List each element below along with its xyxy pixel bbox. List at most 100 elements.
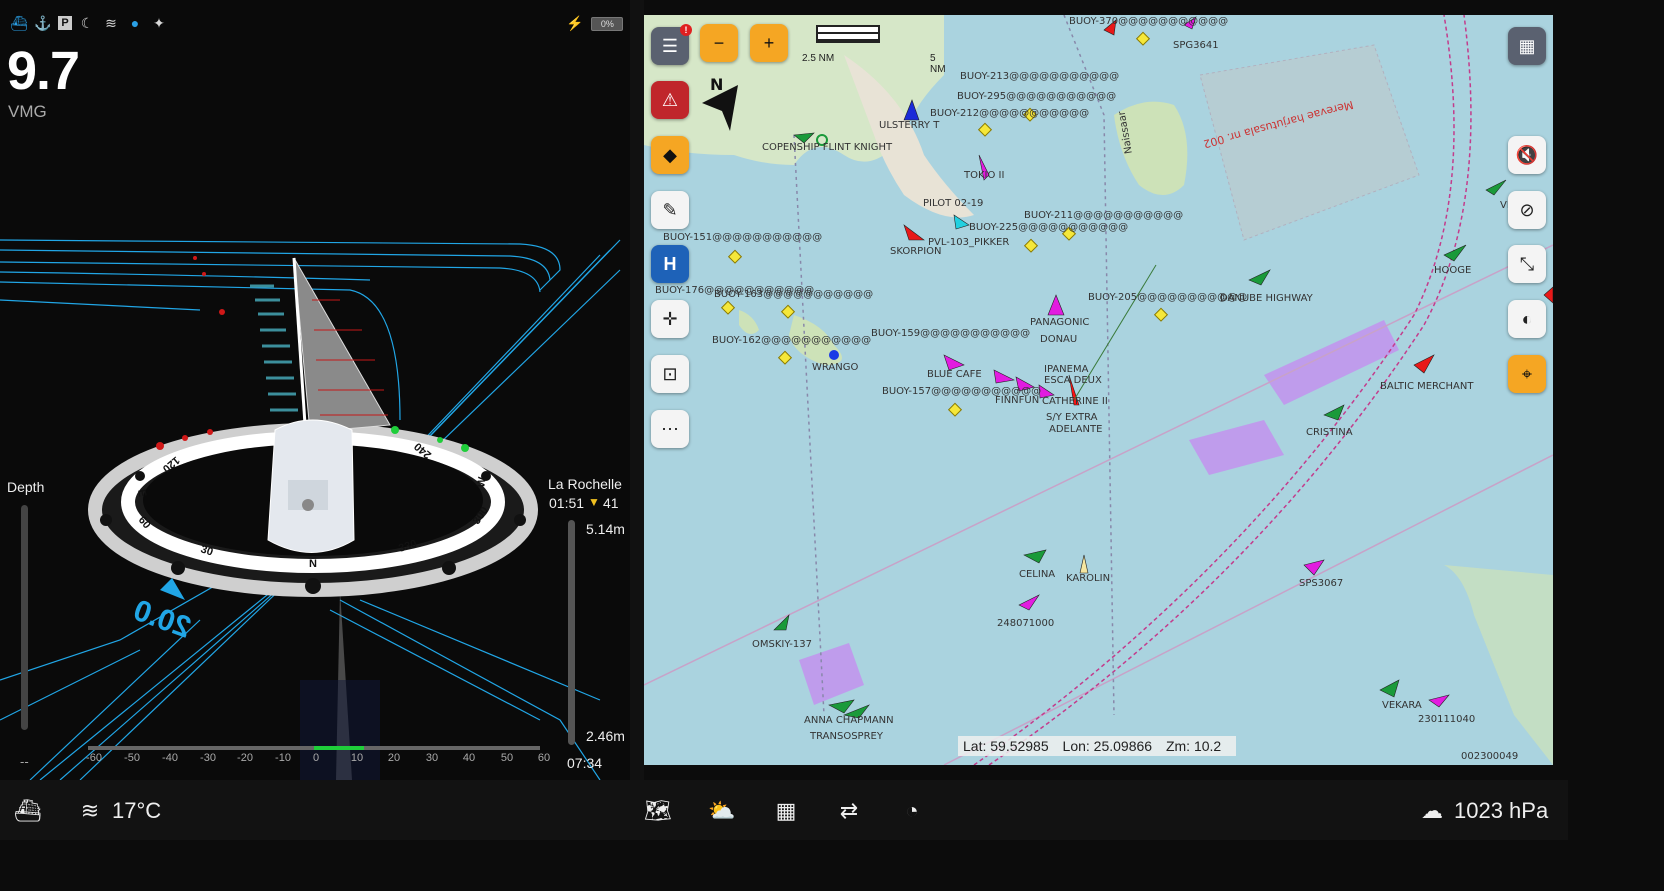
vessel-label[interactable]: OMSKIY-137 [752, 639, 812, 650]
anchor-icon[interactable]: ⚓ [34, 14, 52, 32]
tide-bar [568, 520, 575, 745]
vessel-label[interactable]: CATHERINE II [1042, 396, 1108, 407]
vessel-label[interactable]: SPS3067 [1299, 578, 1343, 589]
mute-button[interactable]: 🔇 [1508, 136, 1546, 174]
vessel-label[interactable]: WRANGO [812, 362, 858, 373]
more-button[interactable]: ⋯ [651, 410, 689, 448]
cloud-icon: ☁ [1421, 798, 1443, 823]
heading-tick: 40 [462, 752, 476, 764]
latitude: Lat: 59.52985 [963, 738, 1049, 754]
boat-status-button[interactable]: ⛴ [14, 797, 42, 825]
compass-icon[interactable]: ● [126, 14, 144, 32]
ship-icon[interactable]: ⛴ [10, 14, 28, 32]
pin-add-icon: ⌖ [1521, 363, 1533, 384]
plus-icon: + [763, 32, 775, 53]
heading-tick: 20 [387, 752, 401, 764]
scalebar-label-a: 2.5 NM [802, 53, 835, 64]
vessel-label[interactable]: CRISTINA [1306, 427, 1353, 438]
battery-indicator: ⚡ 0% [566, 15, 624, 32]
buoy-label: BUOY-211@@@@@@@@@@@ [1024, 210, 1184, 221]
buoy-label: BUOY-163@@@@@@@@@@@ [714, 289, 874, 300]
vessel-label[interactable]: DONAU [1040, 334, 1077, 345]
zoom-level: Zm: 10.2 [1165, 738, 1222, 754]
vessel-label[interactable]: ESCA DEUX [1044, 375, 1102, 386]
buoy-label: BUOY-295@@@@@@@@@@@ [957, 91, 1117, 102]
vessel-label[interactable]: HOOGE [1434, 265, 1471, 276]
add-pin-button[interactable]: ⌖ [1508, 355, 1546, 393]
vessel-label[interactable]: S/Y EXTRA [1046, 412, 1098, 423]
vessel-label[interactable]: SPG3641 [1173, 40, 1219, 51]
vessel-label[interactable]: BALTIC MERCHANT [1380, 381, 1473, 392]
ship-icon: ⛴ [14, 798, 42, 823]
scalebar-graphic [816, 25, 880, 43]
vessel-label[interactable]: 230111040 [1418, 714, 1475, 725]
instruments-tab[interactable]: ◔ [898, 797, 926, 825]
vessel-label[interactable]: ADELANTE [1049, 424, 1102, 435]
center-button[interactable]: ⊡ [651, 355, 689, 393]
vessel-label[interactable]: IPANEMA [1044, 364, 1088, 375]
menu-button[interactable]: ☰ ! [651, 24, 692, 65]
collapse-button[interactable]: ⤡ [1508, 245, 1546, 283]
tide-place: La Rochelle [548, 476, 622, 492]
vessel-label[interactable]: KAROLIN [1066, 573, 1110, 584]
heading-scale-highlight [314, 746, 364, 750]
bottom-bar: ⛴ ≋ 17°C 🗺 ⛅ ▦ ⇄ ◔ ☁ 1023 hPa [0, 780, 1568, 840]
heading-tick: -30 [200, 752, 216, 764]
heading-tick: 50 [500, 752, 514, 764]
heading-tick: 30 [425, 752, 439, 764]
north-arrow-icon [702, 85, 738, 131]
tide-count: 41 [603, 495, 619, 511]
weather-tab[interactable]: ⛅ [708, 797, 736, 825]
contrast-icon: ◐ [1521, 308, 1533, 329]
map-icon: 🗺 [644, 798, 672, 823]
map-scalebar: 2.5 NM 5 NM [802, 25, 946, 75]
contrast-button[interactable]: ◐ [1508, 300, 1546, 338]
wind-readout: 20.0 [129, 594, 195, 645]
moon-icon[interactable]: ☾ [78, 14, 96, 32]
dashboard-tab[interactable]: ▦ [772, 797, 800, 825]
vessel-label[interactable]: PILOT 02-19 [923, 198, 983, 209]
vessel-label[interactable]: 002300049 [1461, 751, 1518, 762]
3d-boat-scene: N 30 330 60 300 E W 120 240 20.0 [0, 239, 621, 780]
vessel-label[interactable]: BLUE CAFE [927, 369, 982, 380]
warning-button[interactable]: ⚠ [651, 81, 689, 119]
zoom-in-button[interactable]: + [750, 24, 788, 62]
chart-map[interactable]: Merevae harjutusala nr. 002 Naissaar N 2… [644, 15, 1553, 765]
harbor-button[interactable]: H [651, 245, 689, 283]
hide-button[interactable]: ⊘ [1508, 191, 1546, 229]
vessel-label[interactable]: 248071000 [997, 618, 1054, 629]
route-button[interactable]: ✛ [651, 300, 689, 338]
water-temperature[interactable]: ≋ 17°C [76, 797, 161, 825]
layers-button[interactable]: ◆ [651, 136, 689, 174]
vessel-label[interactable]: CELINA [1019, 569, 1055, 580]
barometer[interactable]: ☁ 1023 hPa [1418, 797, 1548, 825]
vessel-label[interactable]: VEKARA [1382, 700, 1422, 711]
buoy-label: BUOY-162@@@@@@@@@@@ [712, 335, 872, 346]
heading-tick: -20 [237, 752, 253, 764]
satellite-icon[interactable]: ✦ [150, 14, 168, 32]
vmg-label: VMG [8, 102, 47, 121]
connections-tab[interactable]: ⇄ [835, 797, 863, 825]
cursor-coordinates: Lat: 59.52985 Lon: 25.09866 Zm: 10.2 [958, 736, 1237, 756]
map-tab[interactable]: 🗺 [644, 797, 672, 825]
depth-value: -- [20, 754, 29, 769]
vessel-label[interactable]: ULSTERRY T [879, 120, 939, 131]
vessel-label[interactable]: COPENSHIP FLINT KNIGHT [762, 142, 892, 153]
waves-icon[interactable]: ≋ [102, 14, 120, 32]
vessel-label[interactable]: DANUBE HIGHWAY [1220, 293, 1313, 304]
collapse-icon: ⤡ [1519, 253, 1535, 274]
vessel-label[interactable]: PVL-103_PIKKER [928, 237, 1009, 248]
draw-button[interactable]: ✎ [651, 191, 689, 229]
vessel-label[interactable]: TOKIO II [964, 170, 1004, 181]
pressure-value: 1023 hPa [1454, 798, 1549, 823]
vessel-label[interactable]: TRANSOSPREY [810, 731, 883, 742]
heading-tick: 60 [537, 752, 551, 764]
tide-low: 2.46m [586, 728, 625, 744]
parking-icon[interactable]: P [58, 16, 72, 30]
apps-button[interactable]: ▦ [1508, 27, 1546, 65]
vessel-label[interactable]: FINNFUN [995, 395, 1039, 406]
vessel-label[interactable]: PANAGONIC [1030, 317, 1089, 328]
vessel-label[interactable]: ANNA CHAPMANN [804, 715, 894, 726]
zoom-out-button[interactable]: − [700, 24, 738, 62]
panel-divider[interactable] [630, 0, 644, 780]
